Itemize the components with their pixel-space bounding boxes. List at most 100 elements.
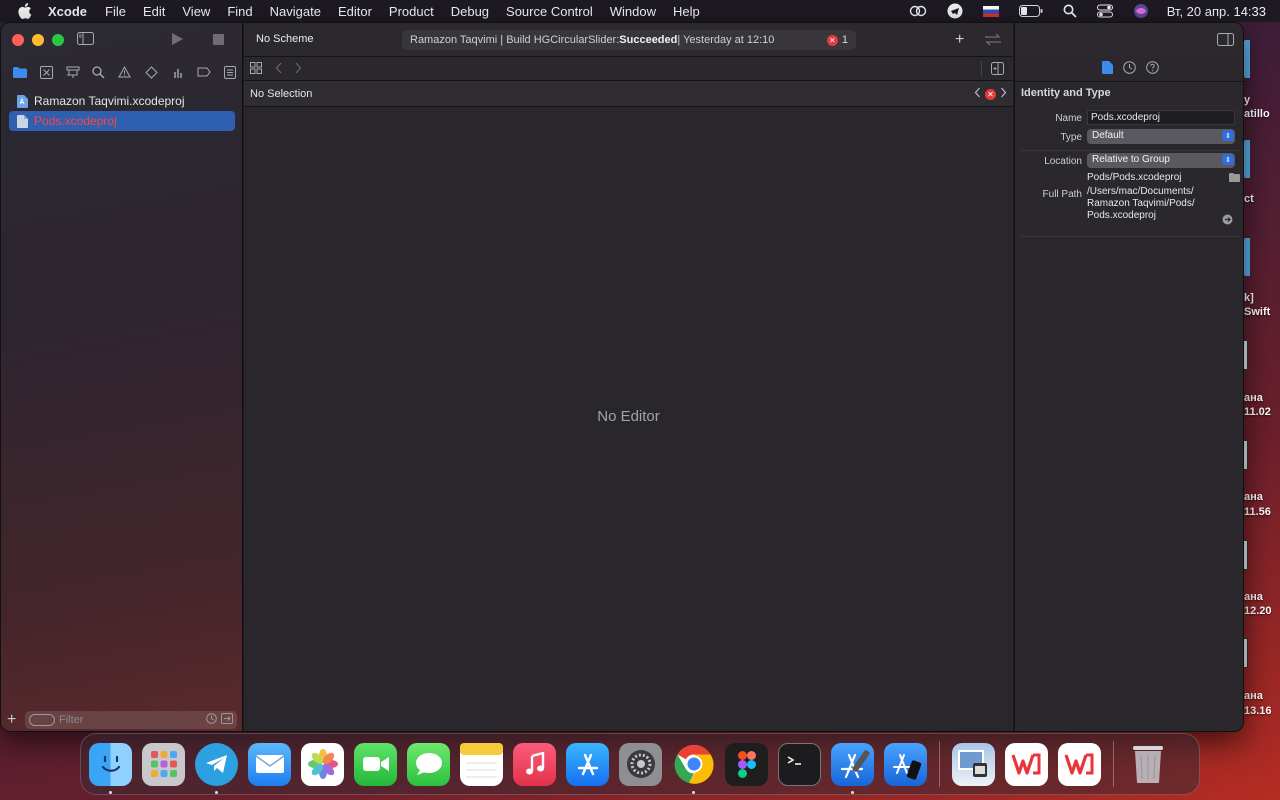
desktop-file-icon[interactable] (1244, 140, 1250, 178)
minimize-window-button[interactable] (32, 34, 44, 46)
siri-icon[interactable] (1133, 3, 1149, 19)
menu-view[interactable]: View (182, 4, 210, 19)
input-source-flag-icon[interactable] (982, 5, 999, 17)
music-icon[interactable] (513, 742, 556, 786)
library-add-icon[interactable]: + (955, 31, 964, 49)
telegram-icon[interactable] (195, 742, 238, 794)
editor-toolbar: No Scheme Ramazon Taqvimi | Build HGCirc… (244, 23, 1013, 57)
screen-share-icon[interactable] (909, 5, 927, 17)
name-field[interactable]: Pods.xcodeproj (1087, 110, 1235, 125)
figma-icon[interactable] (725, 742, 768, 786)
control-center-icon[interactable] (1096, 4, 1113, 18)
running-indicator (109, 790, 112, 794)
stop-icon[interactable] (213, 34, 224, 48)
desktop-label: ана (1244, 392, 1263, 404)
finder-icon[interactable] (89, 742, 132, 794)
close-window-button[interactable] (12, 34, 24, 46)
menu-find[interactable]: Find (227, 4, 252, 19)
simulator-icon[interactable] (884, 742, 927, 786)
menu-help[interactable]: Help (673, 4, 700, 19)
add-file-button[interactable]: + (7, 711, 25, 729)
chrome-icon[interactable] (672, 743, 715, 794)
recent-files-icon[interactable] (206, 713, 217, 727)
report-navigator-icon[interactable] (217, 62, 243, 82)
telegram-status-icon[interactable] (947, 3, 963, 19)
symbol-navigator-icon[interactable] (59, 62, 85, 82)
debug-navigator-icon[interactable] (164, 62, 190, 82)
scheme-selector[interactable]: No Scheme (256, 33, 313, 45)
desktop-file-icon[interactable] (1244, 238, 1250, 276)
system-preferences-icon[interactable] (619, 742, 662, 786)
app-menu-xcode[interactable]: Xcode (48, 4, 87, 19)
quick-help-icon[interactable] (1146, 61, 1159, 83)
menu-edit[interactable]: Edit (143, 4, 165, 19)
menu-editor[interactable]: Editor (338, 4, 372, 19)
activity-viewer[interactable]: Ramazon Taqvimi | Build HGCircularSlider… (402, 30, 856, 50)
sidebar-toggle-icon[interactable] (77, 32, 94, 48)
xcode-icon[interactable] (831, 742, 874, 794)
project-folder-icon[interactable] (7, 62, 33, 82)
reveal-in-finder-icon[interactable] (1222, 214, 1233, 228)
back-chevron-icon[interactable] (275, 62, 283, 77)
type-label: Type (1060, 132, 1082, 143)
toolbar-separator (981, 61, 982, 77)
inspector-toggle-icon[interactable] (1217, 33, 1234, 49)
wps-icon-2[interactable] (1058, 742, 1101, 786)
source-control-icon[interactable] (33, 62, 59, 82)
launchpad-icon[interactable] (142, 742, 185, 786)
jump-bar-selection[interactable]: No Selection (250, 88, 312, 100)
menu-product[interactable]: Product (389, 4, 434, 19)
menu-file[interactable]: File (105, 4, 126, 19)
mail-icon[interactable] (248, 742, 291, 786)
notes-icon[interactable] (460, 742, 503, 786)
tree-item-pods-project[interactable]: Pods.xcodeproj (9, 111, 235, 131)
desktop-label: y (1244, 94, 1251, 106)
choose-folder-icon[interactable] (1229, 173, 1240, 185)
find-navigator-icon[interactable] (86, 62, 112, 82)
tree-item-ramazon-project[interactable]: Ramazon Taqvimi.xcodeproj (9, 91, 235, 111)
menu-debug[interactable]: Debug (451, 4, 489, 19)
facetime-icon[interactable] (354, 742, 397, 786)
full-path-line: Ramazon Taqvimi/Pods/ (1087, 198, 1195, 209)
run-play-icon[interactable] (171, 32, 184, 49)
code-review-icon[interactable] (984, 33, 1002, 51)
file-inspector-icon[interactable] (1102, 61, 1113, 83)
spotlight-search-icon[interactable] (1063, 4, 1077, 18)
filter-options-icon[interactable] (29, 714, 55, 726)
issue-error-icon[interactable]: ✕ (985, 88, 996, 100)
trash-icon[interactable] (1126, 743, 1169, 786)
source-control-filter-icon[interactable] (221, 713, 233, 727)
error-icon: ✕ (826, 34, 838, 46)
location-popup[interactable]: Relative to Group ⇕ (1087, 153, 1235, 168)
battery-icon[interactable] (1018, 5, 1043, 17)
app-store-icon[interactable] (566, 742, 609, 786)
desktop-file-icon[interactable] (1244, 40, 1250, 78)
terminal-icon[interactable] (778, 742, 821, 786)
preview-icon[interactable] (952, 742, 995, 786)
photos-icon[interactable] (301, 742, 344, 786)
add-editor-split-icon[interactable] (991, 62, 1004, 78)
apple-menu-icon[interactable] (18, 3, 34, 19)
issue-navigator-icon[interactable] (112, 62, 138, 82)
test-navigator-icon[interactable] (138, 62, 164, 82)
menubar-clock[interactable]: Вт, 20 апр. 14:33 (1167, 4, 1266, 19)
zoom-window-button[interactable] (52, 34, 64, 46)
type-popup[interactable]: Default ⇕ (1087, 129, 1235, 144)
file-icon (17, 114, 28, 128)
wps-icon[interactable] (1005, 742, 1048, 786)
breakpoint-navigator-icon[interactable] (191, 62, 217, 82)
error-badge[interactable]: ✕ 1 (826, 34, 848, 46)
desktop-label: 11.56 (1244, 506, 1271, 518)
menu-source-control[interactable]: Source Control (506, 4, 593, 19)
next-issue-icon[interactable] (1000, 87, 1007, 101)
menu-navigate[interactable]: Navigate (270, 4, 321, 19)
history-inspector-icon[interactable] (1123, 61, 1136, 83)
messages-icon[interactable] (407, 742, 450, 786)
forward-chevron-icon[interactable] (294, 62, 302, 77)
navigator-filter-field[interactable]: Filter (25, 711, 237, 729)
previous-issue-icon[interactable] (974, 87, 981, 101)
related-items-grid-icon[interactable] (250, 62, 262, 77)
name-row: Name Pods.xcodeproj (1015, 110, 1243, 125)
desktop-label: Swift (1244, 306, 1271, 318)
menu-window[interactable]: Window (610, 4, 656, 19)
